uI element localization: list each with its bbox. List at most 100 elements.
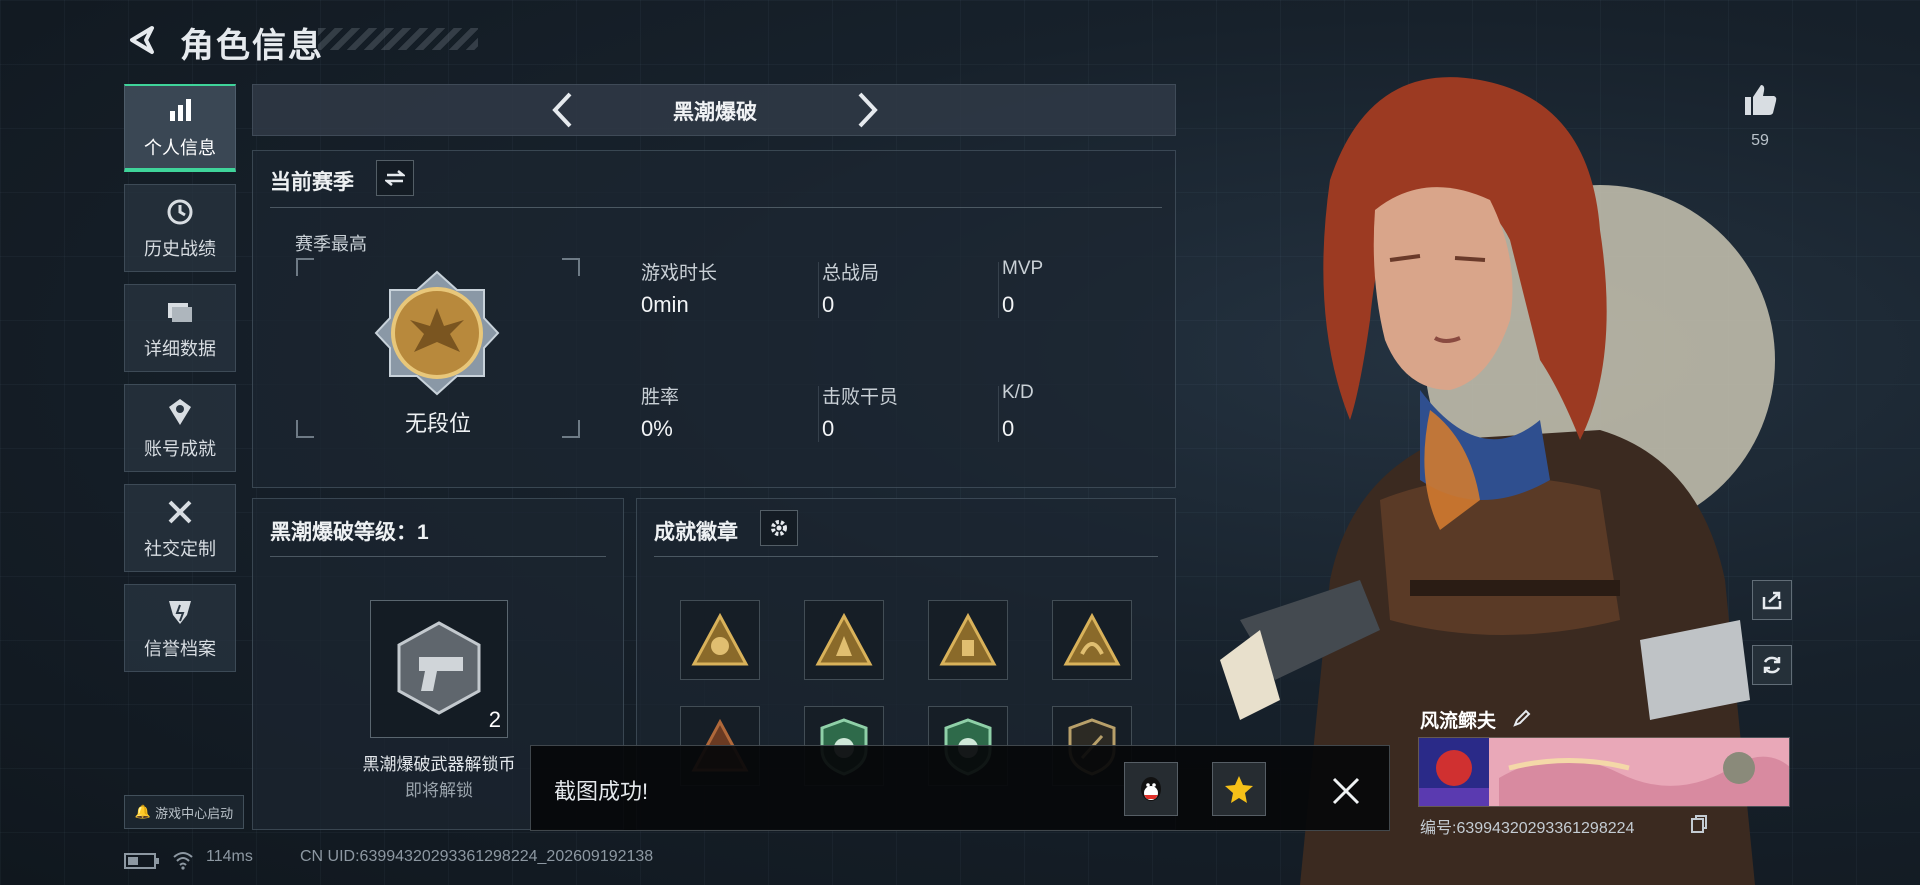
rank-emblem-icon (374, 270, 500, 396)
stat-value-kd: 0 (1002, 416, 1015, 441)
nav-label: 社交定制 (144, 539, 216, 559)
frame-corner (562, 420, 580, 438)
stat-value-total-matches: 0 (822, 292, 835, 317)
achievement-badge[interactable] (804, 600, 884, 680)
gold-triangle-badge-icon (815, 612, 873, 666)
chevron-right-icon (858, 92, 878, 128)
back-arrow-icon (130, 26, 154, 54)
tools-icon (163, 495, 197, 529)
player-banner[interactable] (1418, 737, 1790, 807)
stat-label-kd: K/D (1002, 382, 1034, 403)
bar-chart-icon (163, 94, 197, 128)
credit-shield-icon (163, 595, 197, 629)
battery-icon (124, 853, 159, 869)
refresh-icon (1763, 656, 1781, 674)
mode-next-button[interactable] (846, 88, 890, 132)
close-icon (1332, 777, 1360, 805)
game-center-launch-button[interactable]: 🔔 游戏中心启动 (124, 795, 244, 829)
player-id: 编号:6399432029336129822​4 (1420, 820, 1635, 837)
swap-icon (385, 170, 405, 186)
title-decoration (318, 28, 478, 50)
nav-label: 个人信息 (144, 138, 216, 158)
ping-value: 114ms (206, 848, 253, 865)
share-qq-button[interactable] (1124, 762, 1178, 816)
gold-triangle-badge-icon (691, 612, 749, 666)
stat-label-play-time: 游戏时长 (641, 263, 718, 284)
like-count: 59 (1751, 132, 1769, 149)
refresh-button[interactable] (1752, 645, 1792, 685)
stat-divider (818, 262, 819, 318)
weapon-unlock-coin-icon (397, 621, 481, 715)
thumbs-up-icon (1745, 85, 1777, 115)
share-icon (1762, 591, 1782, 610)
rank-name: 无段位 (404, 411, 471, 436)
qzone-star-icon (1225, 776, 1253, 803)
achievement-icon (163, 395, 197, 429)
stat-divider (818, 386, 819, 442)
stat-label-win-rate: 胜率 (641, 387, 680, 408)
game-center-label: 游戏中心启动 (155, 805, 234, 821)
reward-count: 2 (488, 707, 501, 732)
achievement-badge[interactable] (680, 600, 760, 680)
copy-icon[interactable] (1690, 814, 1708, 834)
page-title: 角色信息 (180, 27, 324, 65)
share-button[interactable] (1752, 580, 1792, 620)
nav-item-history[interactable]: 历史战绩 (124, 184, 236, 272)
season-switch-button[interactable] (376, 160, 414, 196)
divider (270, 556, 606, 557)
frame-corner (562, 258, 580, 276)
stat-value-win-rate: 0% (641, 416, 673, 441)
reward-item-slot[interactable]: 2 (370, 600, 508, 738)
stat-label-kills: 击败干员 (822, 387, 899, 408)
nav-label: 历史战绩 (144, 239, 216, 259)
toast-message: 截图成功! (554, 779, 649, 804)
nav-label: 详细数据 (144, 339, 216, 359)
wifi-icon (173, 852, 193, 870)
stat-divider (998, 386, 999, 442)
player-name: 风流鳏夫 (1420, 711, 1497, 732)
nav-label: 信誉档案 (144, 639, 216, 659)
nav-item-achievements[interactable]: 账号成就 (124, 384, 236, 472)
edit-name-icon[interactable] (1512, 708, 1532, 728)
nav-item-personal-info[interactable]: 个人信息 (124, 84, 236, 172)
bell-icon: 🔔 (134, 804, 152, 819)
achievement-badge[interactable] (1052, 600, 1132, 680)
level-title: 黑潮爆破等级：1 (270, 521, 429, 544)
achievement-badge[interactable] (928, 600, 1008, 680)
frame-corner (296, 420, 314, 438)
chevron-left-icon (552, 92, 572, 128)
like-button[interactable] (1738, 78, 1782, 122)
reward-status: 即将解锁 (405, 781, 473, 800)
stat-label-mvp: MVP (1002, 258, 1044, 279)
badge-settings-button[interactable] (760, 510, 798, 546)
nav-item-social-custom[interactable]: 社交定制 (124, 484, 236, 572)
banner-artwork (1419, 738, 1789, 806)
mode-prev-button[interactable] (540, 88, 584, 132)
divider (270, 207, 1162, 208)
stat-value-mvp: 0 (1002, 292, 1015, 317)
mode-name: 黑潮爆破 (673, 101, 757, 124)
badges-title: 成就徽章 (654, 521, 738, 544)
history-icon (163, 195, 197, 229)
season-title: 当前赛季 (270, 171, 354, 194)
divider (654, 556, 1158, 557)
gold-triangle-badge-icon (1063, 612, 1121, 666)
stat-divider (998, 262, 999, 318)
stat-label-total-matches: 总战局 (822, 263, 880, 284)
gear-icon (771, 520, 787, 536)
uid-text: CN UID:6399432029336129822​4_20260919213… (300, 848, 654, 865)
toast-close-button[interactable] (1320, 765, 1372, 817)
season-best-label: 赛季最高 (295, 234, 367, 254)
share-qzone-button[interactable] (1212, 762, 1266, 816)
qq-penguin-icon (1141, 777, 1161, 801)
nav-item-detailed-data[interactable]: 详细数据 (124, 284, 236, 372)
folder-icon (163, 295, 197, 329)
back-button[interactable] (124, 22, 160, 58)
nav-item-credit-record[interactable]: 信誉档案 (124, 584, 236, 672)
stat-value-play-time: 0min (641, 292, 689, 317)
frame-corner (296, 258, 314, 276)
nav-label: 账号成就 (144, 439, 216, 459)
reward-name: 黑潮爆破武器解锁币 (362, 755, 516, 774)
stat-value-kills: 0 (822, 416, 835, 441)
gold-triangle-badge-icon (939, 612, 997, 666)
